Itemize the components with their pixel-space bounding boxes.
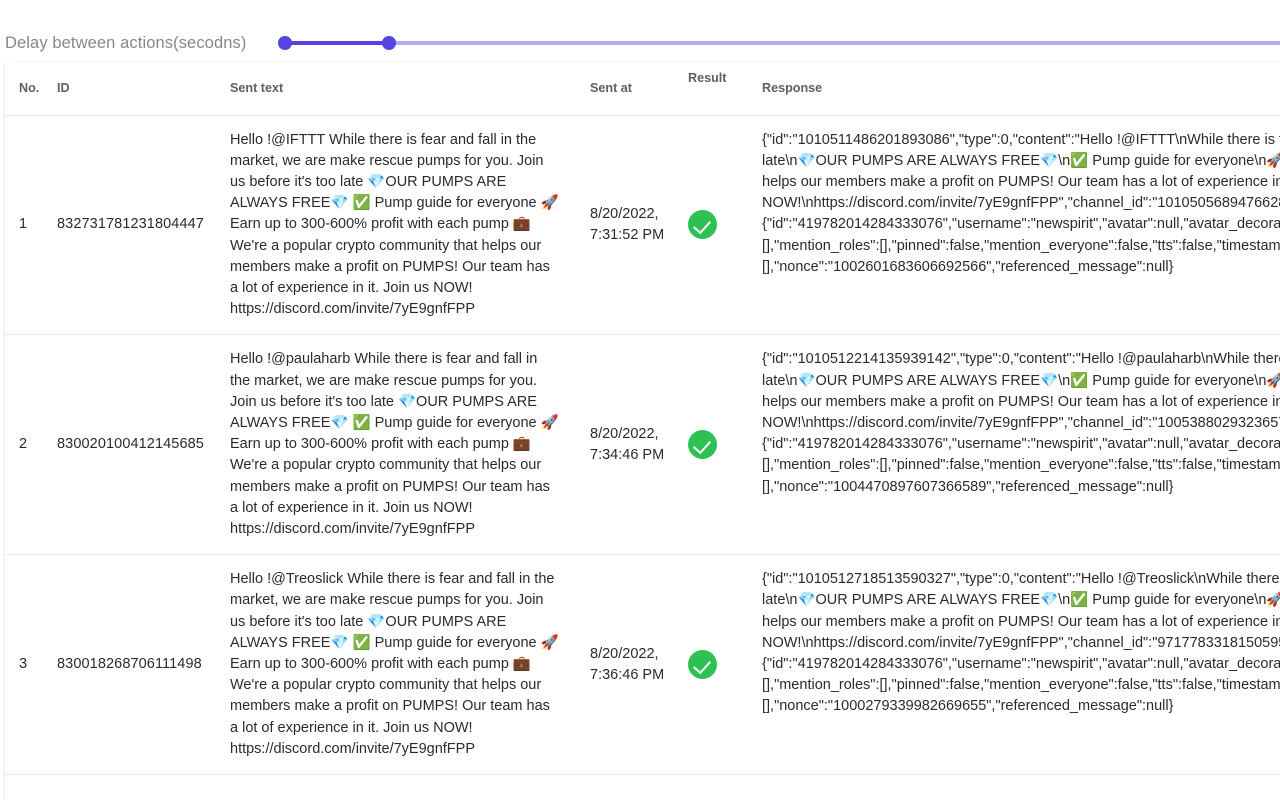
table-empty-row bbox=[5, 774, 1280, 800]
table-empty-cell bbox=[760, 774, 1280, 800]
cell-message-id: 832731781231804447 bbox=[53, 115, 228, 335]
results-table: No. ID Sent text Sent at Result Response… bbox=[5, 62, 1280, 800]
cell-response: {"id":"1010512214135939142","type":0,"co… bbox=[760, 335, 1280, 555]
table-empty-cell bbox=[5, 774, 53, 800]
slider-active-range bbox=[285, 41, 389, 45]
slider-thumb-high[interactable] bbox=[382, 36, 396, 50]
column-header-sent-at[interactable]: Sent at bbox=[588, 62, 688, 115]
cell-result bbox=[688, 335, 760, 555]
table-empty-cell bbox=[588, 774, 688, 800]
table-row[interactable]: 3 830018268706111498 Hello !@Treoslick Whi… bbox=[5, 555, 1280, 775]
cell-sent-text-value: Hello !@Treoslick While there is fear an… bbox=[230, 571, 563, 757]
cell-row-number: 2 bbox=[5, 335, 53, 555]
column-header-response[interactable]: Response bbox=[760, 62, 1280, 115]
cell-sent-text-value: Hello !@paulaharb While there is fear an… bbox=[230, 351, 563, 537]
delay-slider[interactable] bbox=[279, 32, 1280, 54]
cell-response-value: {"id":"1010512718513590327","type":0,"co… bbox=[762, 571, 1280, 714]
cell-sent-at: 8/20/2022, 7:36:46 PM bbox=[588, 555, 688, 775]
cell-message-id: 830020100412145685 bbox=[53, 335, 228, 555]
table-body: 1 832731781231804447 Hello !@IFTTT While t… bbox=[5, 115, 1280, 800]
check-circle-icon bbox=[688, 650, 717, 679]
column-header-sent-text-label: Sent text bbox=[230, 81, 588, 95]
cell-message-id-value: 832731781231804447 bbox=[57, 216, 204, 232]
cell-sent-at: 8/20/2022, 7:31:52 PM bbox=[588, 115, 688, 335]
column-header-response-label: Response bbox=[762, 81, 1280, 95]
slider-thumb-low[interactable] bbox=[278, 36, 292, 50]
cell-row-number-value: 1 bbox=[19, 216, 27, 232]
check-circle-icon bbox=[688, 430, 717, 459]
cell-sent-text: Hello !@paulaharb While there is fear an… bbox=[228, 335, 588, 555]
cell-response-value: {"id":"1010511486201893086","type":0,"co… bbox=[762, 132, 1280, 275]
column-header-id[interactable]: ID bbox=[53, 62, 228, 115]
cell-sent-text-value: Hello !@IFTTT While there is fear and fa… bbox=[230, 132, 563, 318]
delay-slider-row: Delay between actions(secodns) bbox=[0, 28, 1280, 58]
column-header-sent-text[interactable]: Sent text bbox=[228, 62, 588, 115]
column-header-no[interactable]: No. bbox=[5, 62, 53, 115]
cell-sent-at-value: 8/20/2022, 7:31:52 PM bbox=[590, 206, 664, 243]
results-table-card: No. ID Sent text Sent at Result Response… bbox=[5, 62, 1280, 800]
cell-result bbox=[688, 115, 760, 335]
table-row[interactable]: 2 830020100412145685 Hello !@paulaharb Whi… bbox=[5, 335, 1280, 555]
cell-row-number-value: 2 bbox=[19, 436, 27, 452]
table-header-row: No. ID Sent text Sent at Result Response bbox=[5, 62, 1280, 115]
cell-message-id-value: 830020100412145685 bbox=[57, 436, 204, 452]
column-header-result-label: Result bbox=[688, 71, 760, 85]
cell-row-number-value: 3 bbox=[19, 656, 27, 672]
table-head: No. ID Sent text Sent at Result Response bbox=[5, 62, 1280, 115]
cell-sent-at: 8/20/2022, 7:34:46 PM bbox=[588, 335, 688, 555]
table-empty-cell bbox=[228, 774, 588, 800]
table-row[interactable]: 1 832731781231804447 Hello !@IFTTT While t… bbox=[5, 115, 1280, 335]
cell-row-number: 3 bbox=[5, 555, 53, 775]
cell-sent-text: Hello !@IFTTT While there is fear and fa… bbox=[228, 115, 588, 335]
cell-response: {"id":"1010511486201893086","type":0,"co… bbox=[760, 115, 1280, 335]
delay-slider-label: Delay between actions(secodns) bbox=[0, 34, 246, 53]
cell-response: {"id":"1010512718513590327","type":0,"co… bbox=[760, 555, 1280, 775]
cell-sent-at-value: 8/20/2022, 7:36:46 PM bbox=[590, 646, 664, 683]
cell-message-id-value: 830018268706111498 bbox=[57, 656, 202, 672]
check-circle-icon bbox=[688, 210, 717, 239]
slider-track[interactable] bbox=[279, 41, 1280, 45]
column-header-result[interactable]: Result bbox=[688, 62, 760, 115]
cell-result bbox=[688, 555, 760, 775]
table-empty-cell bbox=[53, 774, 228, 800]
column-header-sent-at-label: Sent at bbox=[590, 81, 688, 95]
cell-message-id: 830018268706111498 bbox=[53, 555, 228, 775]
column-header-id-label: ID bbox=[57, 81, 228, 95]
cell-sent-at-value: 8/20/2022, 7:34:46 PM bbox=[590, 426, 664, 463]
app-root: Delay between actions(secodns) No. ID Se… bbox=[0, 0, 1280, 800]
column-header-no-label: No. bbox=[19, 81, 53, 95]
cell-response-value: {"id":"1010512214135939142","type":0,"co… bbox=[762, 351, 1280, 494]
cell-row-number: 1 bbox=[5, 115, 53, 335]
table-empty-cell bbox=[688, 774, 760, 800]
cell-sent-text: Hello !@Treoslick While there is fear an… bbox=[228, 555, 588, 775]
